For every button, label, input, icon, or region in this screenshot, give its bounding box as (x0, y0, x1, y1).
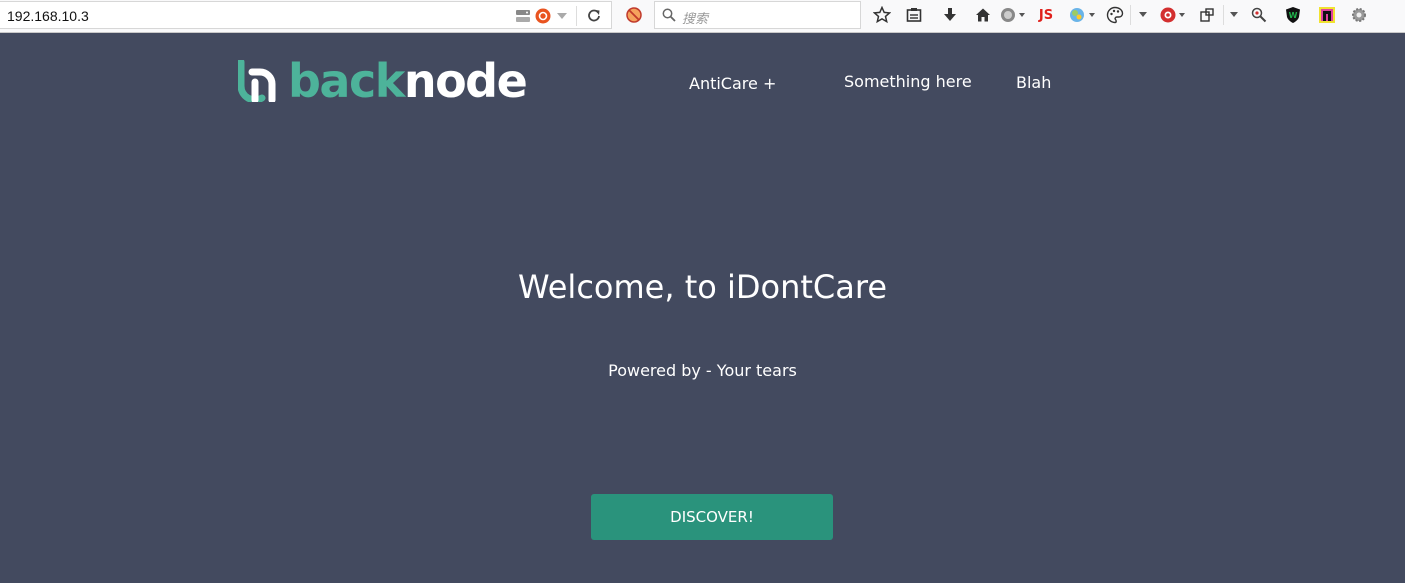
logo-text-node: node (403, 54, 528, 108)
reload-icon[interactable] (583, 9, 605, 23)
chevron-down-icon[interactable] (554, 12, 570, 20)
js-icon[interactable]: JS (1028, 8, 1064, 23)
ubuntu-icon[interactable] (532, 8, 554, 24)
addon-n-icon[interactable] (1310, 6, 1344, 24)
home-icon[interactable] (968, 7, 998, 23)
no-tracking-icon[interactable] (624, 5, 644, 25)
search-icon (662, 8, 676, 22)
palette-icon[interactable] (1102, 6, 1128, 24)
logo-wordmark: backnode (288, 58, 528, 104)
search-placeholder[interactable]: 搜索 (682, 8, 708, 27)
logo-mark-icon (238, 60, 278, 102)
nav-blah[interactable]: Blah (1016, 73, 1051, 92)
server-icon[interactable] (514, 9, 532, 23)
shield-icon[interactable]: W (1276, 6, 1310, 24)
download-icon[interactable] (932, 7, 968, 23)
site-logo[interactable]: backnode (238, 58, 528, 104)
divider (1130, 5, 1131, 25)
nav-something-here[interactable]: Something here (844, 72, 972, 91)
svg-text:W: W (1289, 11, 1298, 20)
window-icon[interactable] (1193, 7, 1221, 23)
bookmark-star-icon[interactable] (868, 6, 896, 24)
divider (1223, 5, 1224, 25)
chevron-down-icon[interactable] (1133, 12, 1153, 18)
browser-toolbar: 192.168.10.3 搜索 JS W (0, 0, 1405, 33)
hero-subtitle: Powered by - Your tears (608, 361, 797, 380)
search-zoom-icon[interactable] (1242, 7, 1276, 23)
chevron-down-icon[interactable] (1226, 12, 1242, 18)
settings-icon[interactable] (1344, 6, 1374, 24)
url-text[interactable]: 192.168.10.3 (7, 8, 89, 24)
discover-button[interactable]: DISCOVER! (591, 494, 833, 540)
reading-list-icon[interactable] (896, 7, 932, 23)
addon-color-icon[interactable] (1064, 6, 1102, 24)
addon-red-icon[interactable] (1153, 6, 1193, 24)
addon-globe-icon[interactable] (998, 7, 1028, 23)
nav-anticare[interactable]: AntiCare + (689, 74, 776, 93)
divider (576, 6, 577, 26)
address-bar[interactable]: 192.168.10.3 (0, 1, 612, 29)
logo-text-back: back (288, 54, 405, 108)
hero-title: Welcome, to iDontCare (517, 268, 888, 306)
search-bar[interactable]: 搜索 (654, 1, 861, 29)
